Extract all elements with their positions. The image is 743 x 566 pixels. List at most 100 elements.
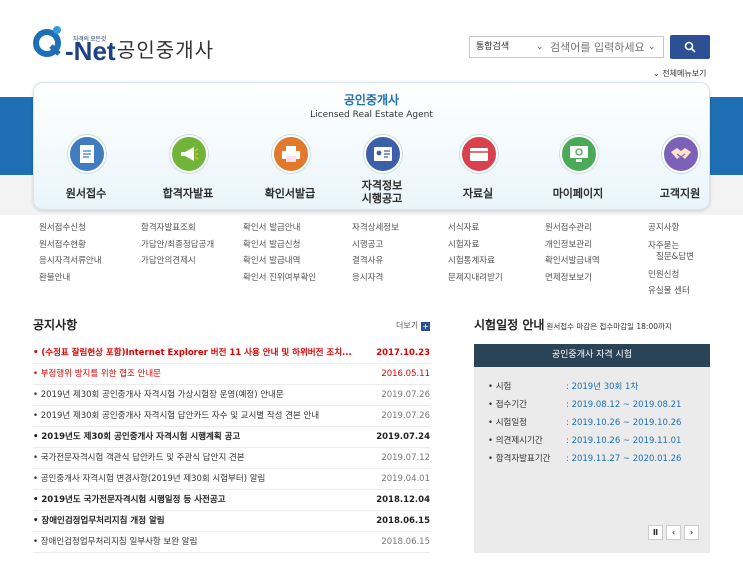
notice-date: 2019.07.26 bbox=[381, 411, 430, 421]
sublink-item[interactable]: 시험자료 bbox=[448, 237, 503, 254]
sublink-item[interactable]: 유실물 센터 bbox=[648, 283, 694, 300]
sublink-item[interactable]: 원서접수현황 bbox=[39, 237, 102, 254]
folder-icon bbox=[460, 135, 498, 173]
notice-date: 2018.12.04 bbox=[376, 495, 430, 505]
nav-item[interactable]: 자격정보 시행공고 bbox=[344, 135, 420, 209]
sublink-item[interactable]: 확인서 발급신청 bbox=[243, 237, 316, 254]
nav-item-label: 마이페이지 bbox=[552, 187, 604, 200]
schedule-row: • 시험일정: 2019.10.26 ~ 2019.10.26 bbox=[488, 416, 681, 428]
notice-row[interactable]: • 국가전문자격시험 객관식 답안카드 및 주관식 답안지 견본 2019.07.… bbox=[33, 448, 430, 469]
notice-row[interactable]: • 부정행위 방지를 위한 협조 안내문 2016.05.11 bbox=[33, 364, 430, 385]
monitor-icon bbox=[560, 135, 598, 173]
sublink-item[interactable]: 민원신청 bbox=[648, 267, 694, 284]
notice-row[interactable]: • (수정표 잘림현상 포함)Internet Explorer 버전 11 사… bbox=[33, 343, 430, 364]
notice-date: 2019.07.26 bbox=[381, 390, 430, 400]
sublink-item[interactable]: 면제정보보기 bbox=[545, 270, 600, 287]
sublink-item[interactable]: 확인서 발급내역 bbox=[243, 253, 316, 270]
nav-item-label: 확인서발급 bbox=[264, 187, 316, 200]
schedule-key: • 접수기간 bbox=[488, 400, 527, 410]
schedule-value: : 2019.11.27 ~ 2020.01.26 bbox=[566, 454, 682, 464]
sublink-item[interactable]: 문제지내려받기 bbox=[448, 270, 503, 287]
schedule-key: • 시험 bbox=[488, 382, 512, 392]
schedule-title: 시험일정 안내 원서접수 마감은 접수마감일 18:00까지 bbox=[474, 316, 672, 333]
notice-date: 2019.07.24 bbox=[376, 432, 430, 442]
notice-title[interactable]: • 국가전문자격시험 객관식 답안카드 및 주관식 답안지 견본 bbox=[33, 448, 353, 468]
notice-title[interactable]: • 부정행위 방지를 위한 협조 안내문 bbox=[33, 364, 353, 384]
notice-title[interactable]: • 2019년도 국가전문자격시험 시행일정 등 사전공고 bbox=[33, 490, 353, 510]
notice-row[interactable]: • 2019년도 국가전문자격시험 시행일정 등 사전공고 2018.12.04 bbox=[33, 490, 430, 511]
nav-item-label: 고객지원 bbox=[659, 187, 701, 200]
sublink-item[interactable]: 시험통계자료 bbox=[448, 253, 503, 270]
nav-item[interactable]: 자료실 bbox=[440, 135, 516, 209]
notice-title[interactable]: • (수정표 잘림현상 포함)Internet Explorer 버전 11 사… bbox=[33, 343, 353, 363]
megaphone-icon bbox=[170, 135, 208, 173]
pause-button[interactable]: Ⅱ bbox=[648, 525, 663, 540]
more-link[interactable]: 더보기 + bbox=[396, 320, 431, 331]
sublink-item[interactable]: 합격자발표조회 bbox=[141, 220, 214, 237]
notice-row[interactable]: • 2019년 제30회 공인중개사 자격시험 가상시험장 운영(예정) 안내문… bbox=[33, 385, 430, 406]
sublink-item[interactable]: 공지사항 bbox=[648, 220, 694, 237]
chevron-down-icon: ⌄ bbox=[653, 69, 660, 78]
notice-section-title: 공지사항 bbox=[33, 318, 78, 332]
sublink-item[interactable]: 응시자격 bbox=[352, 270, 399, 287]
search-button[interactable] bbox=[670, 35, 710, 59]
sublink-item[interactable]: 확인서 발급안내 bbox=[243, 220, 316, 237]
notice-title[interactable]: • 공인중개사 자격시험 변경사항(2019년 제30회 시험부터) 알림 bbox=[33, 469, 353, 489]
search-type-select[interactable]: 통합검색 bbox=[470, 37, 542, 57]
sublink-item[interactable]: 원서접수신청 bbox=[39, 220, 102, 237]
schedule-note: 원서접수 마감은 접수마감일 18:00까지 bbox=[546, 322, 672, 331]
notice-title[interactable]: • 2019년 제30회 공인중개사 자격시험 가상시험장 운영(예정) 안내문 bbox=[33, 385, 353, 405]
notice-title[interactable]: • 장애인검정업무처리지침 일부사항 보완 알림 bbox=[33, 532, 353, 552]
sublink-item[interactable]: 개인정보관리 bbox=[545, 237, 600, 254]
notice-row[interactable]: • 장애인검정업무처리지침 개정 알림 2018.06.15 bbox=[33, 511, 430, 532]
schedule-box-title: 공인중개사 자격 시험 bbox=[474, 344, 710, 367]
id-card-icon bbox=[364, 135, 402, 173]
nav-item[interactable]: 고객지원 bbox=[642, 135, 718, 209]
schedule-value: : 2019.08.12 ~ 2019.08.21 bbox=[566, 400, 682, 410]
sublink-item[interactable]: 환불안내 bbox=[39, 270, 102, 287]
nav-item-label: 원서접수 bbox=[65, 187, 107, 200]
schedule-box: 공인중개사 자격 시험 • 시험: 2019년 30회 1차 • 접수기간: 20… bbox=[474, 344, 710, 553]
sublink-item[interactable]: 서식자료 bbox=[448, 220, 503, 237]
notice-title[interactable]: • 장애인검정업무처리지침 개정 알림 bbox=[33, 511, 353, 531]
panel-title: 공인중개사 bbox=[343, 93, 400, 107]
sublink-item[interactable]: 시행공고 bbox=[352, 237, 399, 254]
sublink-column: 합격자발표조회 가답안/최종정답공개 가답안의견제시 bbox=[141, 220, 214, 270]
nav-item[interactable]: 원서접수 bbox=[48, 135, 124, 209]
chevron-down-icon: ⌄ bbox=[536, 42, 544, 52]
sublink-item[interactable]: 확인서 진위여부확인 bbox=[243, 270, 316, 287]
sublink-item[interactable]: 원서접수관리 bbox=[545, 220, 600, 237]
sublink-column: 자격상세정보 시행공고 결격사유 응시자격 bbox=[352, 220, 399, 286]
notice-date: 2018.06.15 bbox=[381, 537, 430, 547]
notice-row[interactable]: • 공인중개사 자격시험 변경사항(2019년 제30회 시험부터) 알림 201… bbox=[33, 469, 430, 490]
nav-item[interactable]: 확인서발급 bbox=[252, 135, 328, 209]
nav-item[interactable]: 합격자발표 bbox=[150, 135, 226, 209]
notice-row[interactable]: • 2019년 제30회 공인중개사 자격시험 답안카드 자수 및 교시별 작성… bbox=[33, 406, 430, 427]
notice-list: • (수정표 잘림현상 포함)Internet Explorer 버전 11 사… bbox=[33, 343, 430, 553]
sublink-item[interactable]: 가답안/최종정답공개 bbox=[141, 237, 214, 254]
sublink-item[interactable]: 가답안의견제시 bbox=[141, 253, 214, 270]
sublink-item[interactable]: 자격상세정보 bbox=[352, 220, 399, 237]
document-icon bbox=[68, 135, 106, 173]
site-logo[interactable]: 자격의 모든것 -Net 공인중개사 bbox=[31, 14, 231, 66]
schedule-row: • 합격자발표기간: 2019.11.27 ~ 2020.01.26 bbox=[488, 452, 681, 464]
notice-title[interactable]: • 2019년 제30회 공인중개사 자격시험 답안카드 자수 및 교시별 작성… bbox=[33, 406, 353, 426]
printer-icon bbox=[272, 135, 310, 173]
nav-item[interactable]: 마이페이지 bbox=[540, 135, 616, 209]
notice-title[interactable]: • 2019년도 제30회 공인중개사 자격시험 시행계획 공고 bbox=[33, 427, 353, 447]
search-input[interactable] bbox=[550, 37, 660, 57]
notice-date: 2019.04.01 bbox=[381, 474, 430, 484]
notice-row[interactable]: • 2019년도 제30회 공인중개사 자격시험 시행계획 공고 2019.07.… bbox=[33, 427, 430, 448]
sublink-item[interactable]: 응시자격서류안내 bbox=[39, 253, 102, 270]
nav-item-label: 자료실 bbox=[462, 187, 494, 200]
all-menu-label: 전체메뉴보기 bbox=[662, 69, 707, 78]
notice-date: 2017.10.23 bbox=[376, 348, 430, 358]
all-menu-link[interactable]: ⌄ 전체메뉴보기 bbox=[653, 68, 706, 79]
sublink-item[interactable]: 확인서발급내역 bbox=[545, 253, 600, 270]
next-button[interactable]: › bbox=[684, 525, 699, 540]
sublink-item[interactable]: 결격사유 bbox=[352, 253, 399, 270]
notice-row[interactable]: • 장애인검정업무처리지침 일부사항 보완 알림 2018.06.15 bbox=[33, 532, 430, 553]
sublink-item[interactable]: 자주묻는 bbox=[648, 240, 694, 252]
prev-button[interactable]: ‹ bbox=[666, 525, 681, 540]
sublink-item[interactable]: 질문&답변 bbox=[648, 252, 694, 263]
